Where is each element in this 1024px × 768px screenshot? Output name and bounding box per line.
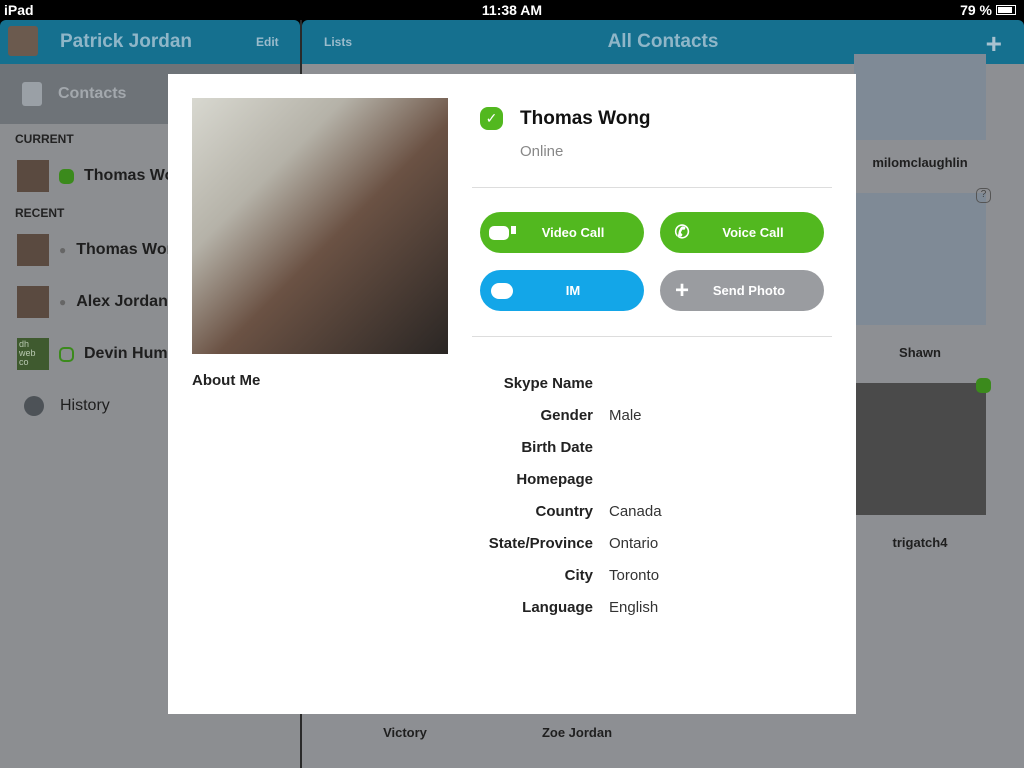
page-title: All Contacts (607, 31, 719, 52)
chat-bubble-icon (480, 282, 524, 299)
field-label: City (564, 567, 593, 584)
voice-call-label: Voice Call (722, 225, 784, 240)
voice-call-button[interactable]: ✆ Voice Call (660, 212, 824, 253)
group-avatar (17, 286, 49, 318)
field-value: Canada (609, 503, 662, 520)
contact-name: Zoe Jordan (541, 725, 613, 740)
profile-field: State/Province Ontario (468, 535, 828, 567)
contact-name: Victory (383, 725, 427, 740)
field-label: Language (522, 599, 593, 616)
online-icon (59, 168, 74, 184)
video-call-button[interactable]: Video Call (480, 212, 644, 253)
history-label: History (60, 397, 110, 414)
clock: 11:38 AM (481, 2, 543, 18)
field-value (593, 439, 609, 471)
profile-field: Gender Male (468, 407, 828, 439)
online-icon (976, 378, 991, 393)
group-icon: ● (59, 243, 67, 257)
video-camera-icon (480, 225, 524, 240)
online-icon: ✓ (480, 107, 503, 130)
avatar-logo-text: dh web co (17, 338, 49, 370)
contact-name: trigatch4 (892, 535, 948, 550)
field-value: English (609, 599, 659, 616)
edit-button[interactable]: Edit (256, 35, 279, 49)
profile-photo (192, 98, 448, 354)
battery-percent: 79 % (960, 2, 992, 18)
field-label: Country (535, 503, 594, 520)
user-name[interactable]: Patrick Jordan (60, 31, 192, 53)
divider (472, 336, 832, 337)
contact-name: milomclaughlin (872, 155, 968, 170)
profile-field: Skype Name (468, 375, 828, 407)
field-value: Male (609, 407, 642, 424)
field-value (593, 471, 609, 503)
status-text: Online (520, 143, 564, 160)
profile-field: City Toronto (468, 567, 828, 599)
group-icon: ● (59, 295, 67, 309)
contacts-label: Contacts (58, 85, 127, 102)
contact-profile-modal: About Me ✓ Thomas Wong Online Video Call… (168, 74, 856, 714)
field-label: Homepage (516, 471, 593, 488)
clock-icon (24, 396, 44, 416)
contact-tile[interactable] (854, 383, 986, 515)
add-contact-button[interactable]: + (986, 28, 1002, 60)
about-me-label: About Me (192, 372, 261, 389)
user-avatar[interactable] (8, 26, 38, 56)
phone-icon: ✆ (674, 222, 690, 242)
contact-tile[interactable] (854, 193, 986, 325)
plus-icon: + (674, 276, 689, 304)
sidebar-header: Patrick Jordan Edit (0, 20, 300, 64)
send-photo-button[interactable]: + Send Photo (660, 270, 824, 311)
im-button[interactable]: IM (480, 270, 644, 311)
profile-field: Homepage (468, 471, 828, 503)
contact-name: Thomas Wong (520, 108, 651, 129)
avatar (17, 160, 49, 192)
field-value (593, 375, 609, 407)
status-bar: iPad 11:38 AM 79 % (0, 0, 1024, 20)
profile-field: Birth Date (468, 439, 828, 471)
field-value: Ontario (609, 535, 659, 552)
divider (472, 187, 832, 188)
unknown-status-icon: ? (976, 188, 991, 203)
profile-field: Language English (468, 599, 828, 631)
im-label: IM (565, 283, 581, 298)
field-label: State/Province (488, 535, 593, 552)
field-value: Toronto (609, 567, 660, 584)
field-label: Gender (540, 407, 593, 424)
video-call-label: Video Call (541, 225, 605, 240)
contacts-book-icon (22, 82, 42, 106)
online-outline-icon (59, 346, 74, 362)
field-label: Skype Name (503, 375, 593, 392)
contact-name: Shawn (899, 345, 941, 360)
group-avatar (17, 234, 49, 266)
field-label: Birth Date (521, 439, 593, 456)
contact-name: Alex Jordan (76, 293, 168, 310)
profile-field: Country Canada (468, 503, 828, 535)
send-photo-label: Send Photo (712, 283, 786, 298)
contact-tile[interactable] (854, 54, 986, 140)
battery-icon (996, 5, 1016, 15)
